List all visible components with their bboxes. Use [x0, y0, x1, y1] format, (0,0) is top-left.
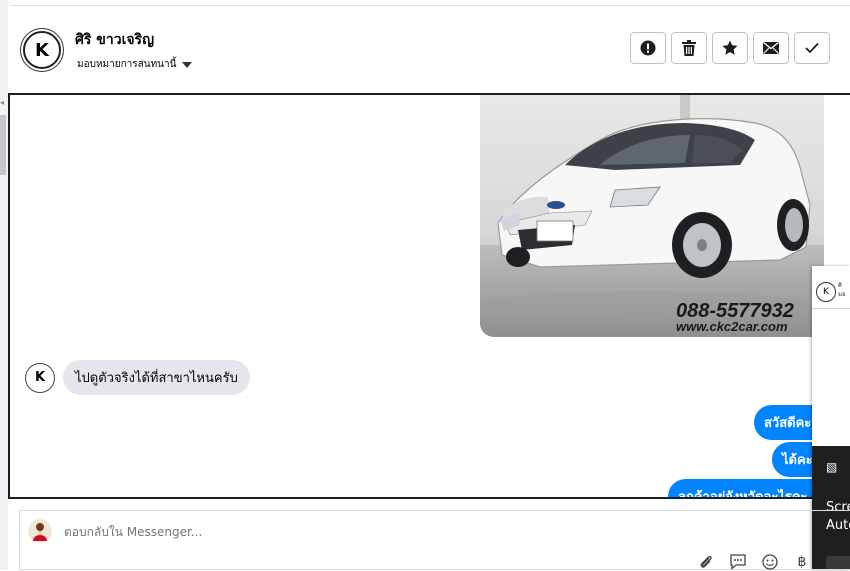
incoming-message-bubble[interactable]: ไปดูตัวจริงได้ที่สาขาไหนครับ	[63, 360, 250, 395]
contact-avatar[interactable]: K	[20, 28, 64, 72]
paperclip-icon[interactable]	[697, 553, 715, 571]
preview-name: ศิ	[838, 282, 842, 289]
preview-header: K ศิมอ	[812, 266, 850, 309]
message-input[interactable]	[64, 525, 464, 539]
report-button[interactable]	[630, 32, 666, 64]
header-actions	[630, 32, 830, 64]
outgoing-message-bubble[interactable]: ลูกค้าอยู่จังหวัดอะไรคะ	[668, 479, 818, 497]
emoji-icon[interactable]	[761, 553, 779, 571]
user-avatar	[28, 519, 52, 543]
screenshot-icon: ▧	[826, 460, 838, 474]
check-icon	[805, 42, 819, 54]
assign-conversation-dropdown[interactable]: มอบหมายการสนทนานี้	[77, 57, 193, 72]
caret-down-icon	[182, 61, 193, 68]
logo-k-icon: K	[23, 31, 61, 69]
star-icon	[722, 40, 738, 55]
reply-composer: ฿	[19, 510, 850, 570]
mark-unread-button[interactable]	[753, 32, 789, 64]
preview-avatar: K	[816, 282, 836, 302]
message-thread[interactable]: 088-5577932 www.ckc2car.com K ไปดูตัวจริ…	[8, 93, 850, 499]
car-photo-attachment[interactable]: 088-5577932 www.ckc2car.com	[480, 95, 824, 337]
left-scrollbar[interactable]	[0, 115, 6, 175]
chat-icon[interactable]	[729, 553, 747, 571]
assign-label: มอบหมายการสนทนานี้	[77, 59, 177, 70]
delete-button[interactable]	[671, 32, 707, 64]
trash-icon	[682, 40, 696, 56]
collapse-arrow-icon[interactable]: ◂	[0, 98, 4, 107]
car-photo-image: 088-5577932 www.ckc2car.com	[480, 95, 824, 337]
conversation-header: K ศิริ ขาวเจริญ มอบหมายการสนทนานี้	[8, 6, 850, 92]
envelope-icon	[763, 42, 779, 54]
star-button[interactable]	[712, 32, 748, 64]
user-avatar-icon	[33, 523, 47, 541]
baht-icon[interactable]: ฿	[793, 553, 811, 571]
left-panel-edge	[0, 0, 8, 570]
composer-tools: ฿	[697, 553, 811, 571]
contact-name[interactable]: ศิริ ขาวเจริญ	[75, 29, 154, 51]
done-button[interactable]	[794, 32, 830, 64]
dealer-website: www.ckc2car.com	[676, 319, 788, 334]
exclamation-icon	[640, 40, 656, 56]
incoming-message-row: K ไปดูตัวจริงได้ที่สาขาไหนครับ	[25, 360, 250, 395]
sender-avatar[interactable]: K	[25, 362, 55, 393]
preview-sub: มอ	[838, 291, 846, 298]
